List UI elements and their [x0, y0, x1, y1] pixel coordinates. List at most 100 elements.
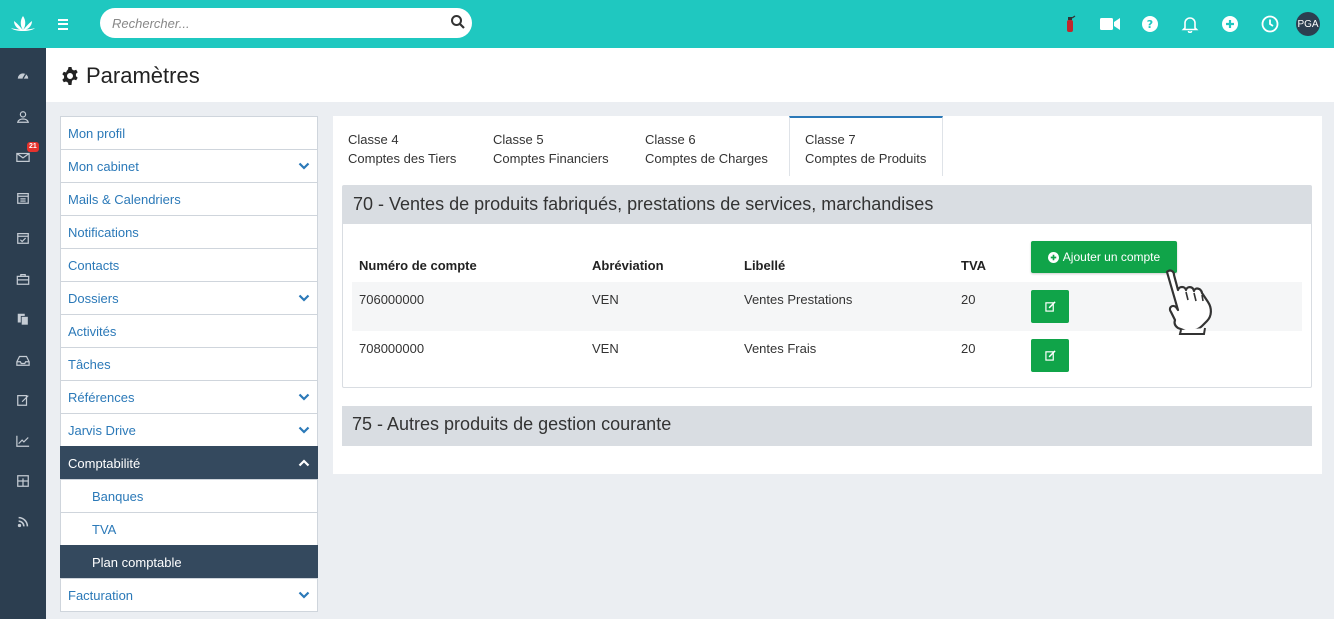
- edit-icon: [1044, 301, 1056, 312]
- sidebar-item-facturation[interactable]: Facturation: [60, 578, 318, 612]
- table-row: 708000000 VEN Ventes Frais 20: [352, 331, 1302, 380]
- video-icon[interactable]: [1090, 0, 1130, 48]
- edit-button[interactable]: [1031, 290, 1069, 323]
- tab-classe-4[interactable]: Classe 4 Comptes des Tiers: [333, 116, 478, 176]
- sidebar-item-label: Notifications: [68, 224, 139, 240]
- sidebar-item-mon-cabinet[interactable]: Mon cabinet: [60, 149, 318, 183]
- clock-icon[interactable]: [1250, 0, 1290, 48]
- chart-line-icon[interactable]: [0, 421, 46, 462]
- sidebar-item-label: Mon profil: [68, 125, 126, 141]
- sidebar-item-label: Mon cabinet: [68, 158, 139, 174]
- column-header: Numéro de compte: [359, 258, 477, 273]
- sidebar-item-notifications[interactable]: Notifications: [60, 215, 318, 249]
- add-circle-icon[interactable]: [1210, 0, 1250, 48]
- chevron-down-icon: [298, 426, 310, 434]
- chevron-down-icon: [298, 393, 310, 401]
- sidebar-item-taches[interactable]: Tâches: [60, 347, 318, 381]
- calendar-check-icon[interactable]: [0, 218, 46, 259]
- class-tabs: Classe 4 Comptes des Tiers Classe 5 Compte…: [333, 116, 943, 176]
- column-header: Abréviation: [592, 258, 664, 273]
- column-header: TVA: [961, 258, 987, 273]
- hand-pointer-icon: [1165, 269, 1212, 335]
- cell-tva: 20: [961, 341, 976, 356]
- sidebar-item-label: Mails & Calendriers: [68, 191, 181, 207]
- page-header: Paramètres: [46, 48, 1334, 102]
- contacts-icon[interactable]: [0, 97, 46, 138]
- page-title: Paramètres: [60, 63, 200, 89]
- settings-sidebar: Mon profil Mon cabinet Mails & Calendrie…: [60, 116, 318, 619]
- page-title-text: Paramètres: [86, 63, 200, 88]
- sidebar-item-references[interactable]: Références: [60, 380, 318, 414]
- sidebar-item-comptabilite[interactable]: Comptabilité: [60, 446, 318, 480]
- sidebar-item-label: TVA: [92, 521, 117, 537]
- sidebar-item-mon-profil[interactable]: Mon profil: [60, 116, 318, 150]
- search-input[interactable]: [100, 8, 472, 38]
- sidebar-item-tva[interactable]: TVA: [60, 512, 318, 546]
- tab-line2: Comptes de Produits: [805, 151, 927, 166]
- plus-circle-icon: [1047, 251, 1059, 263]
- files-icon[interactable]: [0, 299, 46, 340]
- avatar[interactable]: PGA: [1296, 12, 1320, 36]
- cell-abreviation: VEN: [592, 341, 619, 356]
- extinguisher-icon[interactable]: [1050, 0, 1090, 48]
- icon-rail: 21: [0, 0, 46, 619]
- add-account-button[interactable]: Ajouter un compte: [1031, 241, 1177, 273]
- column-header: Libellé: [744, 258, 786, 273]
- cell-libelle: Ventes Frais: [744, 341, 817, 356]
- section-title: 75 - Autres produits de gestion courante: [352, 414, 672, 434]
- sidebar-item-jarvis-drive[interactable]: Jarvis Drive: [60, 413, 318, 447]
- tab-line1: Classe 4: [348, 132, 399, 147]
- sidebar-item-banques[interactable]: Banques: [60, 479, 318, 513]
- edit-icon: [1044, 350, 1056, 361]
- tab-line1: Classe 5: [493, 132, 544, 147]
- section-title[interactable]: 70 - Ventes de produits fabriqués, prest…: [343, 186, 1311, 224]
- sidebar-item-label: Plan comptable: [92, 554, 182, 570]
- inbox-icon[interactable]: [0, 340, 46, 381]
- cell-numero: 708000000: [359, 341, 425, 356]
- lotus-icon: [11, 16, 35, 31]
- chevron-down-icon: [298, 162, 310, 170]
- top-bar: ? PGA: [46, 0, 1334, 48]
- account-section-75[interactable]: 75 - Autres produits de gestion courante: [342, 406, 1312, 446]
- calendar-icon[interactable]: [0, 178, 46, 219]
- sidebar-item-plan-comptable[interactable]: Plan comptable: [60, 545, 318, 579]
- sidebar-item-label: Contacts: [68, 257, 120, 273]
- tab-classe-7[interactable]: Classe 7 Comptes de Produits: [789, 116, 943, 176]
- tab-line2: Comptes des Tiers: [348, 151, 457, 166]
- table-icon[interactable]: [0, 461, 46, 502]
- cell-libelle: Ventes Prestations: [744, 292, 853, 307]
- sidebar-item-dossiers[interactable]: Dossiers: [60, 281, 318, 315]
- chevron-up-icon: [298, 459, 310, 467]
- sidebar-item-mails-calendriers[interactable]: Mails & Calendriers: [60, 182, 318, 216]
- sidebar-item-label: Dossiers: [68, 290, 119, 306]
- tab-classe-6[interactable]: Classe 6 Comptes de Charges: [630, 116, 789, 176]
- svg-text:?: ?: [1147, 18, 1153, 31]
- gear-icon: [62, 67, 78, 85]
- tab-line1: Classe 6: [645, 132, 696, 147]
- mail-icon[interactable]: 21: [0, 137, 46, 178]
- add-account-label: Ajouter un compte: [1062, 250, 1161, 264]
- dashboard-icon[interactable]: [0, 56, 46, 97]
- sidebar-item-label: Activités: [68, 323, 117, 339]
- sidebar-item-label: Jarvis Drive: [68, 422, 136, 438]
- edit-icon[interactable]: [0, 380, 46, 421]
- sidebar-item-activites[interactable]: Activités: [60, 314, 318, 348]
- bell-icon[interactable]: [1170, 0, 1210, 48]
- sidebar-item-label: Tâches: [68, 356, 111, 372]
- search-icon[interactable]: [450, 14, 466, 30]
- menu-icon[interactable]: [58, 15, 72, 33]
- sidebar-item-contacts[interactable]: Contacts: [60, 248, 318, 282]
- app-logo[interactable]: [0, 0, 46, 48]
- sidebar-item-label: Banques: [92, 488, 144, 504]
- rss-icon[interactable]: [0, 502, 46, 543]
- tab-classe-5[interactable]: Classe 5 Comptes Financiers: [478, 116, 630, 176]
- tab-line1: Classe 7: [805, 132, 856, 147]
- sidebar-item-label: Facturation: [68, 587, 134, 603]
- chevron-down-icon: [298, 591, 310, 599]
- cell-tva: 20: [961, 292, 976, 307]
- mail-badge: 21: [27, 142, 39, 152]
- briefcase-icon[interactable]: [0, 259, 46, 300]
- edit-button[interactable]: [1031, 339, 1069, 372]
- help-icon[interactable]: ?: [1130, 0, 1170, 48]
- cell-numero: 706000000: [359, 292, 425, 307]
